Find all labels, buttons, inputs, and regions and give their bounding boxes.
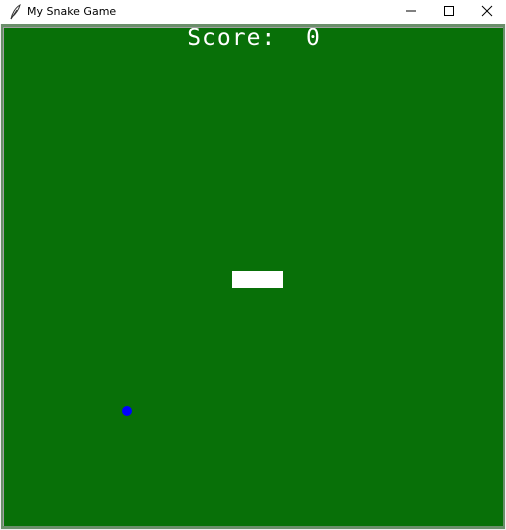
close-icon	[481, 2, 493, 21]
window-title: My Snake Game	[27, 5, 117, 18]
minimize-icon	[405, 2, 417, 21]
title-bar[interactable]: My Snake Game	[0, 0, 506, 24]
maximize-button[interactable]	[430, 0, 468, 22]
app-window: My Snake Game Score: 0	[0, 0, 506, 530]
game-canvas[interactable]: Score: 0	[3, 27, 503, 526]
feather-icon	[8, 3, 22, 20]
maximize-icon	[443, 2, 455, 21]
score-display: Score: 0	[187, 27, 321, 51]
food-dot	[122, 406, 132, 416]
minimize-button[interactable]	[392, 0, 430, 22]
close-button[interactable]	[468, 0, 506, 22]
snake-body	[232, 271, 283, 288]
